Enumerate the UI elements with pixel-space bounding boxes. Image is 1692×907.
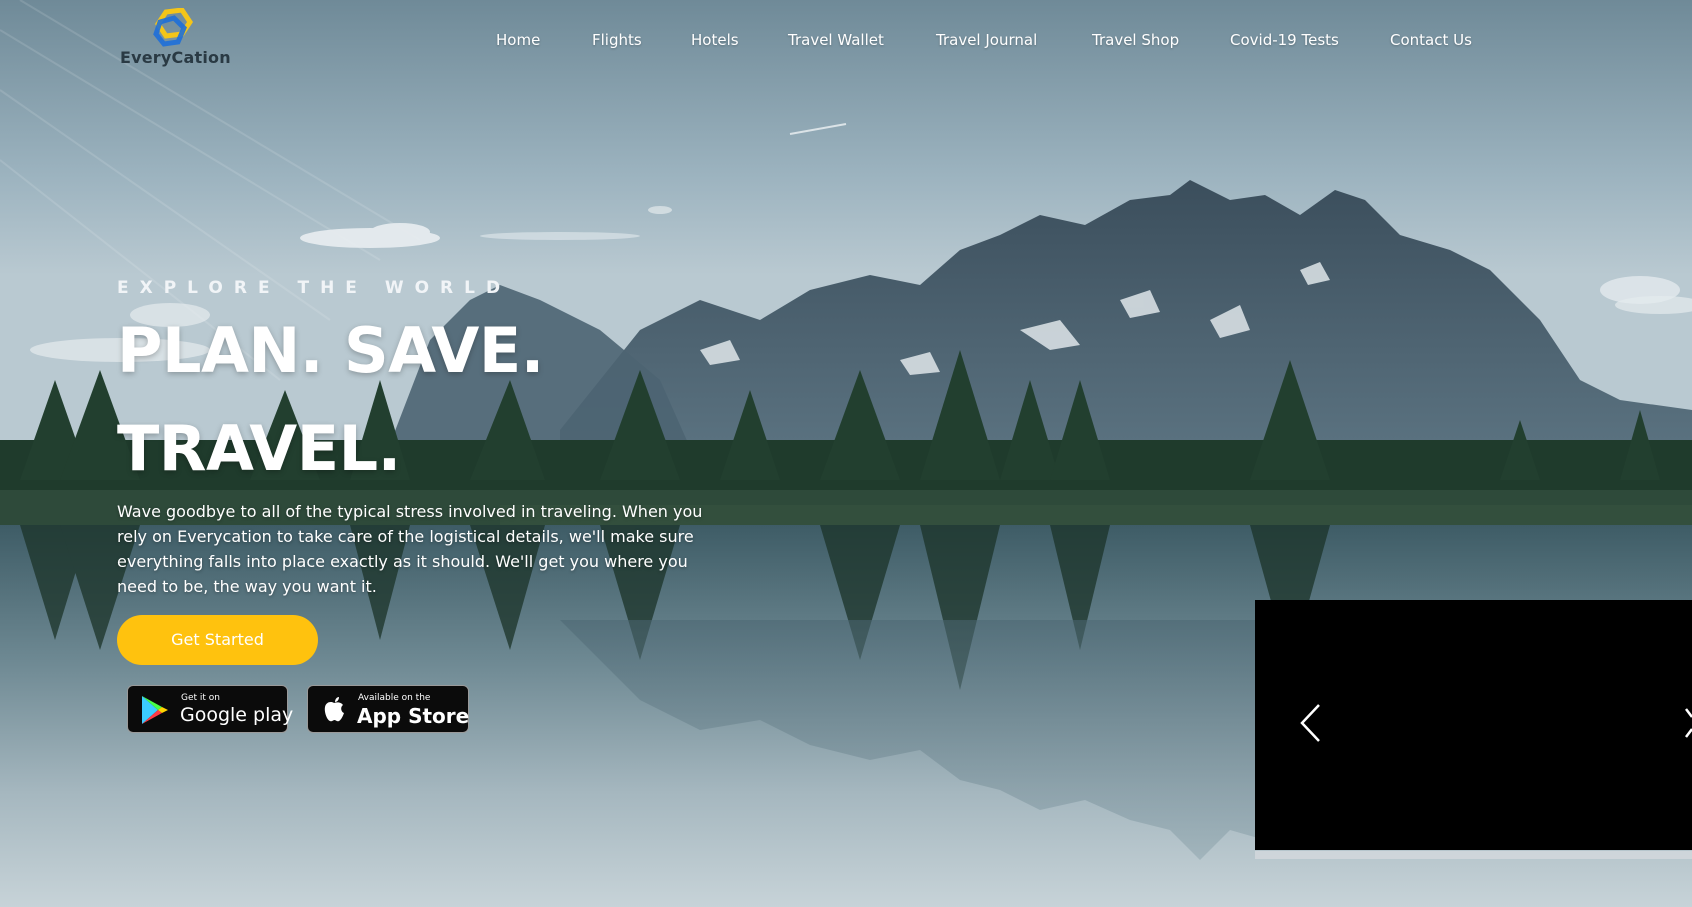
chevron-right-icon[interactable] (1685, 703, 1692, 743)
get-started-button[interactable]: Get Started (117, 615, 318, 665)
google-badge-big-text: Google play (180, 704, 294, 726)
google-play-icon (142, 696, 168, 724)
apple-badge-big-text: App Store (357, 704, 470, 728)
google-badge-small-text: Get it on (181, 693, 221, 703)
nav-covid-tests[interactable]: Covid-19 Tests (1230, 31, 1339, 49)
hero-headline-line2: TRAVEL. (117, 412, 401, 485)
hero-eyebrow: EXPLORE THE WORLD (117, 278, 512, 298)
hero-headline-line1: PLAN. SAVE. (117, 314, 544, 387)
nav-flights[interactable]: Flights (592, 31, 642, 49)
slider-progress-bar (1255, 851, 1692, 859)
nav-home[interactable]: Home (496, 31, 540, 49)
nav-travel-wallet[interactable]: Travel Wallet (788, 31, 884, 49)
apple-badge-small-text: Available on the (358, 693, 431, 703)
main-nav: Home Flights Hotels Travel Wallet Travel… (0, 31, 1692, 53)
hero-description: Wave goodbye to all of the typical stres… (117, 502, 703, 596)
google-play-badge[interactable]: Get it on Google play (127, 685, 293, 733)
media-slider[interactable] (1255, 600, 1692, 850)
chevron-left-icon[interactable] (1299, 703, 1321, 743)
apple-icon (324, 697, 344, 722)
nav-travel-shop[interactable]: Travel Shop (1092, 31, 1179, 49)
nav-hotels[interactable]: Hotels (691, 31, 739, 49)
app-store-badge[interactable]: Available on the App Store (307, 685, 469, 733)
nav-contact-us[interactable]: Contact Us (1390, 31, 1472, 49)
nav-travel-journal[interactable]: Travel Journal (936, 31, 1037, 49)
